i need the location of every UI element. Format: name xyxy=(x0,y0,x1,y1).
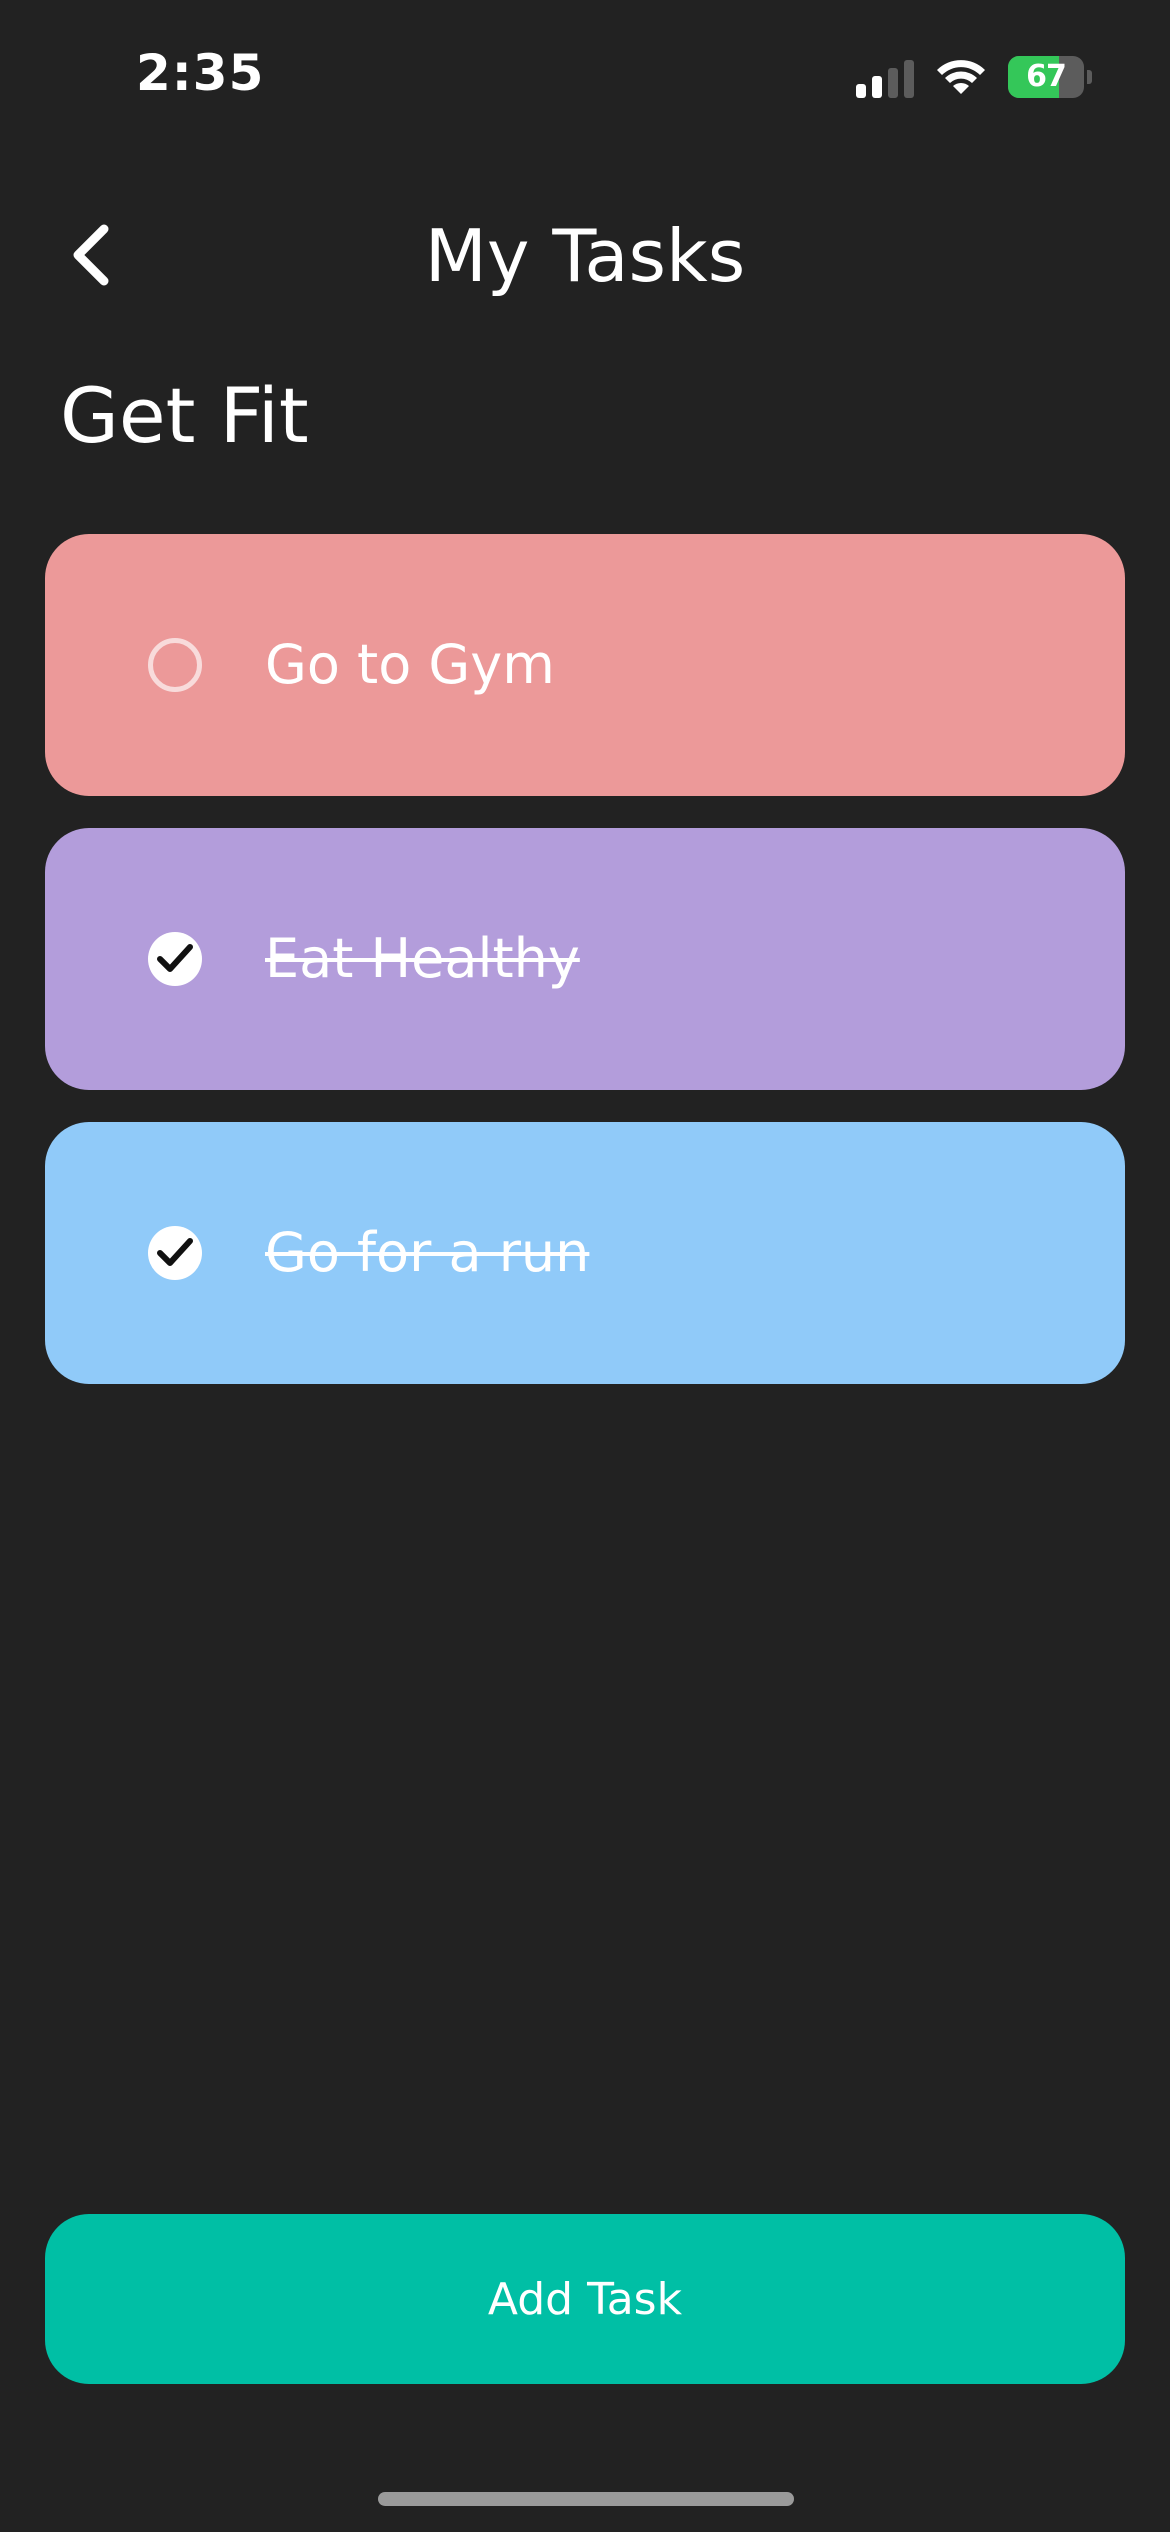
page-title: My Tasks xyxy=(424,214,746,298)
add-task-button[interactable]: Add Task xyxy=(45,2214,1125,2384)
task-label: Go to Gym xyxy=(265,633,555,696)
home-indicator xyxy=(378,2492,794,2506)
wifi-icon xyxy=(937,60,985,94)
checkbox-icon[interactable] xyxy=(148,638,202,692)
checkbox-icon[interactable] xyxy=(148,932,202,986)
cellular-signal-icon xyxy=(856,60,914,98)
status-time: 2:35 xyxy=(136,44,265,102)
task-card[interactable]: Go to Gym xyxy=(45,534,1125,796)
task-card[interactable]: Go for a run xyxy=(45,1122,1125,1384)
list-title: Get Fit xyxy=(60,371,309,460)
task-card[interactable]: Eat Healthy xyxy=(45,828,1125,1090)
checkbox-icon[interactable] xyxy=(148,1226,202,1280)
task-list: Go to Gym Eat Healthy Go for a run xyxy=(45,534,1125,1416)
check-icon xyxy=(157,1238,193,1266)
check-icon xyxy=(157,944,193,972)
task-label: Eat Healthy xyxy=(265,927,580,990)
task-label: Go for a run xyxy=(265,1221,590,1284)
status-bar: 2:35 67 xyxy=(0,0,1170,150)
battery-percent: 67 xyxy=(1026,59,1067,94)
battery-icon: 67 xyxy=(1008,56,1092,98)
